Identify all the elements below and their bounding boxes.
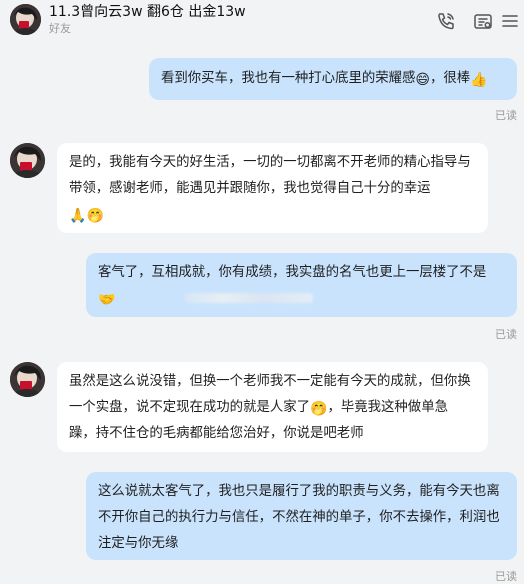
avatar-image xyxy=(10,362,45,397)
video-icon[interactable] xyxy=(472,10,494,32)
contact-avatar[interactable] xyxy=(10,362,45,397)
message-text: 这么说就太客气了，我也只是履行了我的职责与义务，能有今天也离不开你自己的执行力与… xyxy=(98,484,500,551)
phone-icon[interactable] xyxy=(435,10,457,32)
contact-name: 11.3曾向云3w 翻6仓 出金13w xyxy=(49,4,246,20)
contact-avatar[interactable] xyxy=(10,143,45,178)
thumbs-up-emoji-icon: 👍 xyxy=(470,72,488,88)
message-bubble-incoming[interactable]: 虽然是这么说没错，但换一个老师我不一定能有今天的成就，但你换一个实盘，说不定现在… xyxy=(57,362,488,452)
message-bubble-outgoing[interactable]: 这么说就太客气了，我也只是履行了我的职责与义务，能有今天也离不开你自己的执行力与… xyxy=(86,472,517,560)
praying-hands-emoji-icon: 🙏 xyxy=(69,208,87,224)
menu-icon[interactable] xyxy=(499,10,521,32)
blurred-content xyxy=(185,293,314,303)
message-text: 是的，我能有今天的好生活，一切的一切都离不开老师的精心指导与带领，感谢老师，能遇… xyxy=(69,155,471,196)
read-status: 已读 xyxy=(495,570,517,583)
avatar-image xyxy=(10,4,41,35)
message-bubble-outgoing[interactable]: 客气了，互相成就，你有成绩，我实盘的名气也更上一层楼了不是 🤝 xyxy=(86,253,517,317)
read-status: 已读 xyxy=(495,109,517,122)
message-text: 看到你买车，我也有一种打心底里的荣耀感 xyxy=(161,71,416,86)
message-bubble-incoming[interactable]: 是的，我能有今天的好生活，一切的一切都离不开老师的精心指导与带领，感谢老师，能遇… xyxy=(57,143,488,233)
read-status: 已读 xyxy=(495,328,517,341)
contact-subtitle: 好友 xyxy=(49,22,71,35)
contact-avatar[interactable] xyxy=(10,4,41,35)
message-text: 客气了，互相成就，你有成绩，我实盘的名气也更上一层楼了不是 xyxy=(98,265,487,280)
chat-header: 11.3曾向云3w 翻6仓 出金13w 好友 xyxy=(0,0,524,40)
grinning-emoji-icon: 😄 xyxy=(415,72,431,88)
handshake-emoji-icon: 🤝 xyxy=(98,292,116,308)
avatar-image xyxy=(10,143,45,178)
hand-over-mouth-emoji-icon: 🤭 xyxy=(310,401,328,417)
hand-over-mouth-emoji-icon: 🤭 xyxy=(86,208,104,224)
message-bubble-outgoing[interactable]: 看到你买车，我也有一种打心底里的荣耀感😄，很棒👍 xyxy=(149,58,517,100)
message-text-continued: ，很棒 xyxy=(430,71,471,86)
